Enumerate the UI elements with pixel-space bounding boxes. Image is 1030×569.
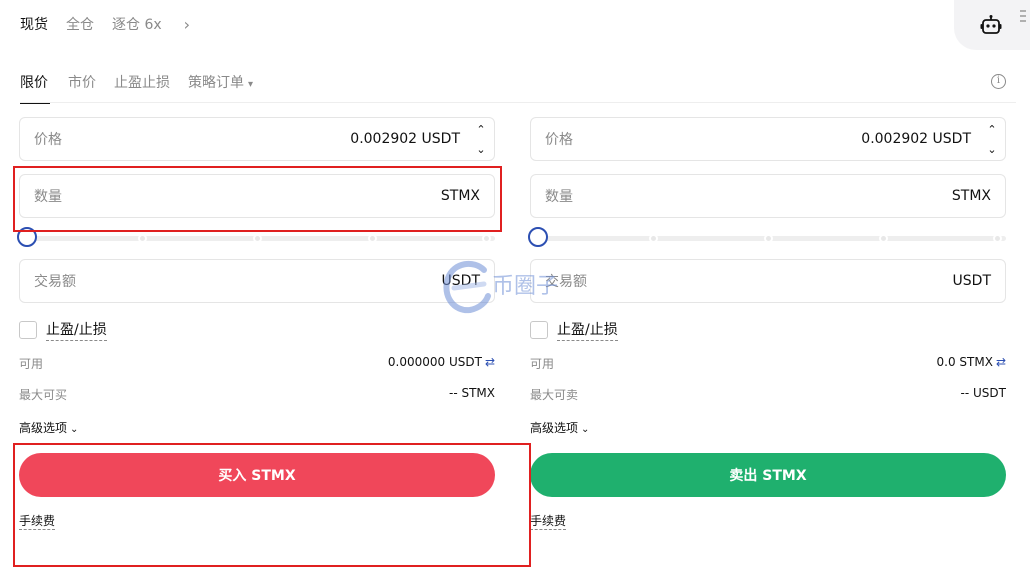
slider-handle[interactable] bbox=[17, 227, 37, 247]
buy-available-value: 0.000000 USDT bbox=[387, 355, 482, 369]
tab-market[interactable]: 市价 bbox=[68, 72, 96, 104]
tab-cross[interactable]: 全仓 bbox=[66, 14, 94, 34]
slider-mark-50[interactable] bbox=[764, 234, 773, 243]
buy-tp-sl-toggle[interactable]: 止盈/止损 bbox=[19, 319, 495, 341]
caret-down-icon: ▾ bbox=[248, 79, 254, 90]
sell-max-row: 最大可卖 -- USDT bbox=[530, 386, 1006, 403]
tab-strategy[interactable]: 策略订单 ▾ bbox=[188, 72, 253, 104]
sell-panel: 价格 0.002902 USDT ⌃ ⌄ 数量 STMX 交易额 USDT 止盈… bbox=[528, 117, 1006, 530]
buy-price-stepper: ⌃ ⌄ bbox=[472, 122, 490, 158]
transfer-icon[interactable]: ⇄ bbox=[996, 355, 1006, 369]
slider-mark-75[interactable] bbox=[879, 234, 888, 243]
buy-advanced-label: 高级选项 bbox=[19, 421, 68, 435]
buy-max-value: -- STMX bbox=[449, 386, 495, 400]
sell-button[interactable]: 卖出 STMX bbox=[530, 453, 1006, 497]
buy-advanced-options[interactable]: 高级选项 ⌄ bbox=[19, 419, 495, 436]
sell-price-stepper: ⌃ ⌄ bbox=[983, 122, 1001, 158]
buy-tp-sl-checkbox[interactable] bbox=[19, 321, 37, 339]
chevron-down-icon: ⌄ bbox=[70, 424, 79, 435]
sell-tp-sl-checkbox[interactable] bbox=[530, 321, 548, 339]
buy-max-label: 最大可买 bbox=[19, 388, 68, 402]
transfer-icon[interactable]: ⇄ bbox=[485, 355, 495, 369]
buy-quantity-unit: STMX bbox=[440, 188, 480, 204]
buy-tp-sl-label: 止盈/止损 bbox=[46, 319, 107, 341]
tab-spot[interactable]: 现货 bbox=[20, 14, 48, 34]
buy-price-value[interactable]: 0.002902 USDT bbox=[350, 131, 460, 147]
sell-amount-placeholder: 交易额 bbox=[545, 274, 587, 290]
buy-price-field[interactable]: 价格 0.002902 USDT ⌃ ⌄ bbox=[19, 117, 495, 161]
sell-available-value: 0.0 STMX bbox=[936, 355, 993, 369]
sell-quantity-placeholder: 数量 bbox=[545, 189, 573, 205]
chevron-up-icon[interactable]: ⌃ bbox=[987, 122, 996, 138]
buy-amount-unit: USDT bbox=[441, 273, 480, 289]
sell-tp-sl-label: 止盈/止损 bbox=[557, 319, 618, 341]
order-type-tabs: 限价 市价 止盈止损 策略订单 ▾ bbox=[20, 72, 253, 104]
chevron-down-icon[interactable]: ⌄ bbox=[476, 142, 485, 158]
slider-mark-100[interactable] bbox=[993, 234, 1002, 243]
sell-price-field[interactable]: 价格 0.002902 USDT ⌃ ⌄ bbox=[530, 117, 1006, 161]
buy-price-label: 价格 bbox=[34, 132, 62, 148]
slider-mark-100[interactable] bbox=[482, 234, 491, 243]
info-icon[interactable]: i bbox=[991, 74, 1006, 89]
slider-mark-25[interactable] bbox=[138, 234, 147, 243]
sell-available-label: 可用 bbox=[530, 357, 555, 371]
tab-strategy-label: 策略订单 bbox=[188, 75, 244, 91]
sell-available-row: 可用 0.0 STMX ⇄ bbox=[530, 355, 1006, 372]
chevron-right-icon[interactable]: › bbox=[184, 15, 190, 34]
buy-fee-row: 手续费 bbox=[19, 512, 495, 530]
robot-icon[interactable] bbox=[980, 14, 1002, 36]
chevron-down-icon[interactable]: ⌄ bbox=[987, 142, 996, 158]
trading-bot-panel bbox=[954, 0, 1030, 50]
tab-isolated[interactable]: 逐仓 6x bbox=[112, 14, 162, 34]
sell-amount-field[interactable]: 交易额 USDT bbox=[530, 259, 1006, 303]
buy-available-label: 可用 bbox=[19, 357, 44, 371]
chevron-up-icon[interactable]: ⌃ bbox=[476, 122, 485, 138]
buy-quantity-placeholder: 数量 bbox=[34, 189, 62, 205]
sell-max-label: 最大可卖 bbox=[530, 388, 579, 402]
sell-fee-label[interactable]: 手续费 bbox=[530, 514, 567, 530]
margin-mode-tabs: 现货 全仓 逐仓 6x › bbox=[20, 14, 190, 34]
sell-quantity-unit: STMX bbox=[951, 188, 991, 204]
buy-percentage-slider[interactable] bbox=[17, 224, 495, 252]
sell-max-value: -- USDT bbox=[960, 386, 1006, 400]
sell-tp-sl-toggle[interactable]: 止盈/止损 bbox=[530, 319, 1006, 341]
sell-advanced-options[interactable]: 高级选项 ⌄ bbox=[530, 419, 1006, 436]
buy-fee-label[interactable]: 手续费 bbox=[19, 514, 56, 530]
menu-lines-icon[interactable] bbox=[1020, 10, 1026, 25]
tabs-divider bbox=[20, 102, 1016, 103]
buy-panel: 价格 0.002902 USDT ⌃ ⌄ 数量 STMX 交易额 USDT 止盈… bbox=[17, 117, 495, 530]
slider-handle[interactable] bbox=[528, 227, 548, 247]
buy-amount-placeholder: 交易额 bbox=[34, 274, 76, 290]
sell-price-value[interactable]: 0.002902 USDT bbox=[861, 131, 971, 147]
buy-max-row: 最大可买 -- STMX bbox=[19, 386, 495, 403]
sell-fee-row: 手续费 bbox=[530, 512, 1006, 530]
buy-button[interactable]: 买入 STMX bbox=[19, 453, 495, 497]
slider-mark-25[interactable] bbox=[649, 234, 658, 243]
buy-amount-field[interactable]: 交易额 USDT bbox=[19, 259, 495, 303]
sell-quantity-field[interactable]: 数量 STMX bbox=[530, 174, 1006, 218]
buy-available-row: 可用 0.000000 USDT ⇄ bbox=[19, 355, 495, 372]
sell-amount-unit: USDT bbox=[952, 273, 991, 289]
tab-tp-sl[interactable]: 止盈止损 bbox=[114, 72, 170, 104]
tab-limit[interactable]: 限价 bbox=[20, 72, 50, 104]
sell-percentage-slider[interactable] bbox=[528, 224, 1006, 252]
slider-mark-50[interactable] bbox=[253, 234, 262, 243]
chevron-down-icon: ⌄ bbox=[581, 424, 590, 435]
slider-mark-75[interactable] bbox=[368, 234, 377, 243]
sell-price-label: 价格 bbox=[545, 132, 573, 148]
sell-advanced-label: 高级选项 bbox=[530, 421, 579, 435]
buy-quantity-field[interactable]: 数量 STMX bbox=[19, 174, 495, 218]
